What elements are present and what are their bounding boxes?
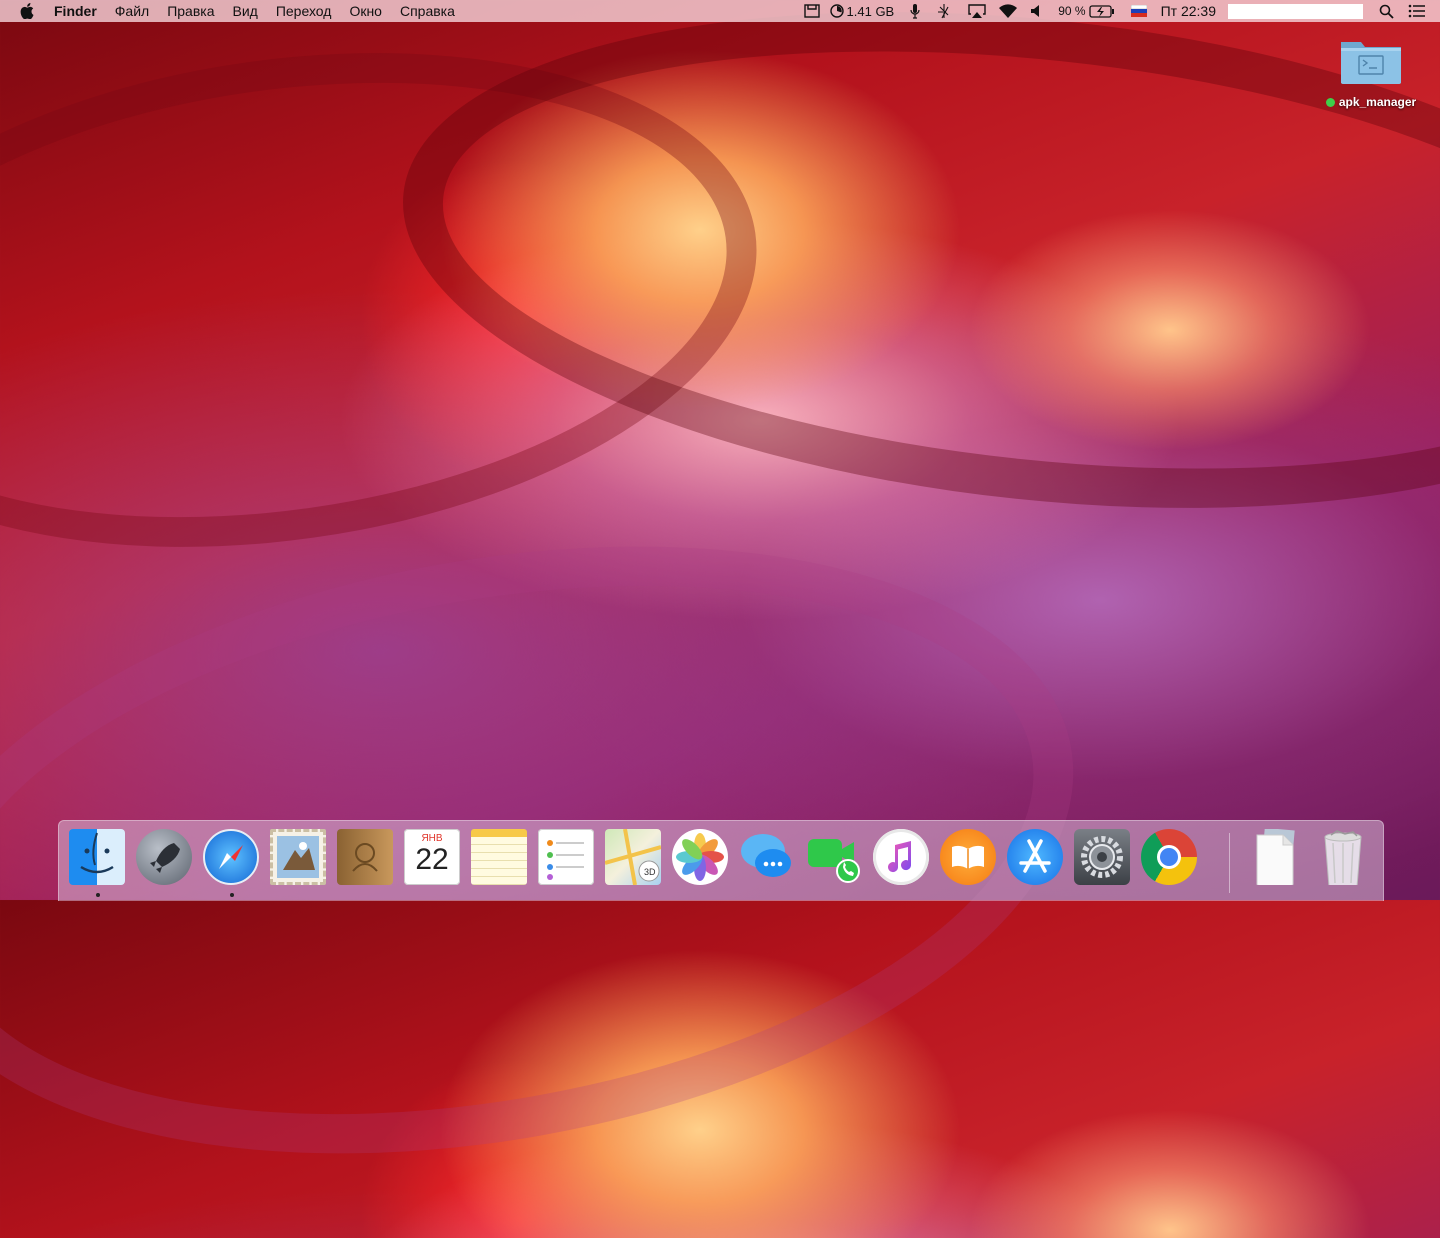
app-store-icon [1007, 829, 1063, 885]
siri-icon[interactable] [936, 3, 952, 19]
search-field[interactable] [1228, 3, 1363, 19]
flower-icon [672, 829, 728, 885]
dock-finder[interactable] [69, 829, 127, 897]
book-icon [940, 829, 996, 885]
menu-window[interactable]: Окно [349, 3, 382, 19]
checklist-icon [538, 829, 594, 885]
map-icon: 3D [605, 829, 661, 885]
dock-system-preferences[interactable] [1074, 829, 1132, 889]
menu-edit[interactable]: Правка [167, 3, 214, 19]
menu-app-name[interactable]: Finder [54, 3, 97, 19]
compass-icon [203, 829, 259, 885]
folder-label: apk_manager [1325, 95, 1417, 109]
dock-messages[interactable] [739, 829, 797, 889]
dock: ЯНВ 22 3D [58, 820, 1384, 901]
menubar-clock[interactable]: Пт 22:39 [1161, 3, 1216, 19]
address-book-icon [337, 829, 393, 885]
dock-launchpad[interactable] [136, 829, 194, 889]
battery-percent: 90 % [1058, 4, 1086, 18]
dock-calendar[interactable]: ЯНВ 22 [404, 829, 462, 889]
dock-app-store[interactable] [1007, 829, 1065, 889]
dock-notes[interactable] [471, 829, 529, 889]
dock-maps[interactable]: 3D [605, 829, 663, 889]
folder-icon [1341, 42, 1401, 84]
dock-documents-stack[interactable] [1247, 829, 1305, 889]
running-indicator [230, 893, 234, 897]
battery-status[interactable]: 90 % [1058, 4, 1114, 18]
dock-photos[interactable] [672, 829, 730, 889]
wifi-icon[interactable] [998, 3, 1018, 19]
input-source-flag-icon[interactable] [1130, 5, 1147, 17]
apple-menu-icon[interactable] [20, 3, 34, 19]
paste-status-icon[interactable] [803, 4, 820, 18]
volume-icon[interactable] [1030, 4, 1042, 18]
battery-charging-icon [1088, 4, 1114, 18]
rocket-icon [136, 829, 192, 885]
microphone-icon[interactable] [910, 3, 920, 19]
gear-icon [1074, 829, 1130, 885]
airplay-icon[interactable] [968, 3, 986, 19]
dock-chrome[interactable] [1141, 829, 1199, 889]
stamp-icon [270, 829, 326, 885]
memory-value: 1.41 GB [846, 3, 895, 19]
dock-reminders[interactable] [538, 829, 596, 889]
green-tag-dot [1325, 97, 1335, 107]
running-indicator [96, 893, 100, 897]
svg-text:3D: 3D [644, 867, 656, 877]
dock-divider [1229, 833, 1230, 893]
dock-safari[interactable] [203, 829, 261, 897]
spotlight-search-icon[interactable] [1379, 4, 1394, 19]
dock-facetime[interactable] [806, 829, 864, 889]
desktop-folder-apk-manager[interactable]: apk_manager [1316, 34, 1426, 112]
wallpaper-swirl [0, 0, 789, 605]
music-note-icon [873, 829, 929, 885]
menu-bar: Finder Файл Правка Вид Переход Окно Спра… [0, 0, 1440, 22]
chrome-icon [1141, 829, 1197, 885]
document-icon [1247, 829, 1303, 885]
folder-name: apk_manager [1338, 95, 1417, 109]
menu-go[interactable]: Переход [276, 3, 332, 19]
notepad-icon [471, 829, 527, 885]
calendar-day: 22 [415, 843, 449, 876]
status-menus: 1.41 GB 90 % Пт 22:39 [794, 0, 1440, 22]
menu-file[interactable]: Файл [115, 3, 149, 19]
calendar-icon: ЯНВ 22 [404, 829, 460, 885]
dock-itunes[interactable] [873, 829, 931, 889]
dock-contacts[interactable] [337, 829, 395, 889]
wallpaper-swirl [378, 0, 1440, 566]
video-camera-icon [806, 829, 862, 885]
memory-status[interactable]: 1.41 GB [829, 3, 895, 19]
finder-icon [69, 829, 125, 885]
trash-icon [1315, 829, 1371, 885]
memory-gauge-icon [829, 4, 844, 18]
menu-help[interactable]: Справка [400, 3, 455, 19]
notification-center-icon[interactable] [1408, 4, 1426, 18]
dock-trash[interactable] [1315, 829, 1373, 889]
dock-ibooks[interactable] [940, 829, 998, 889]
speech-bubble-icon [739, 829, 795, 885]
dock-mail[interactable] [270, 829, 328, 889]
menu-view[interactable]: Вид [233, 3, 258, 19]
